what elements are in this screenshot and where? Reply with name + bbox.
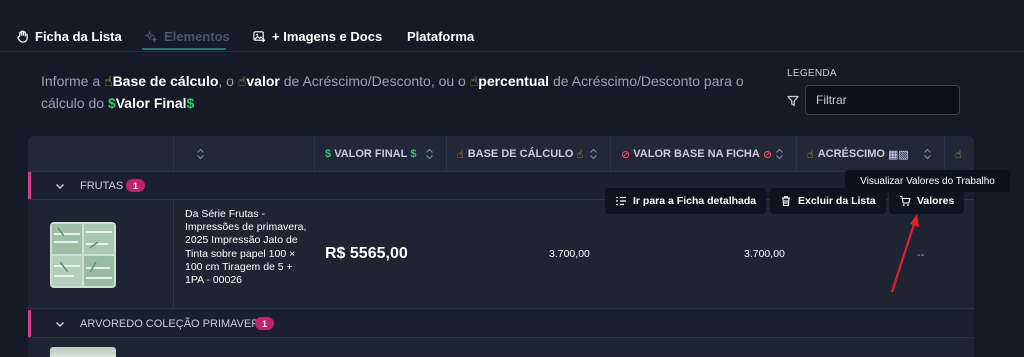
column-label: VALOR FINAL bbox=[334, 148, 408, 160]
valor-base-ficha-value: 3.700,00 bbox=[744, 248, 785, 260]
group-count-badge: 1 bbox=[126, 179, 146, 192]
group-row-arvoredo[interactable]: ARVOREDO COLEÇÃO PRIMAVERA 1 bbox=[28, 310, 974, 338]
tab-elementos[interactable]: Elementos bbox=[145, 26, 230, 46]
cart-icon bbox=[900, 195, 911, 206]
valor-final-value: R$ 5565,00 bbox=[325, 245, 408, 262]
column-header-acrescimo[interactable]: ☝ ACRÉSCIMO ▦▧ bbox=[796, 136, 944, 172]
sort-icon[interactable] bbox=[775, 148, 784, 160]
tab-ficha-da-lista[interactable]: Ficha da Lista bbox=[16, 26, 122, 46]
dollar-icon: $ bbox=[107, 95, 116, 111]
top-tabs: Ficha da Lista Elementos + Imagens e Doc… bbox=[0, 0, 1024, 52]
chevron-down-icon[interactable] bbox=[55, 181, 65, 191]
column-header-overflow[interactable]: ☝ bbox=[944, 136, 974, 172]
column-label: VALOR BASE NA FICHA bbox=[633, 148, 760, 160]
pointing-hand-icon: ☝ bbox=[576, 148, 584, 161]
hand-icon bbox=[16, 30, 29, 43]
column-divider bbox=[173, 200, 174, 309]
info-valor-final: Valor Final bbox=[115, 95, 187, 111]
artwork-description: Da Série Frutas - Impressões de primaver… bbox=[185, 208, 307, 287]
column-header-valor-final[interactable]: $ VALOR FINAL $ bbox=[314, 136, 446, 172]
tab-label: Ficha da Lista bbox=[35, 28, 122, 44]
group-color-bar bbox=[28, 310, 31, 337]
pointing-hand-icon: ☝ bbox=[104, 73, 113, 89]
info-text: , o bbox=[218, 73, 238, 89]
tooltip: Visualizar Valores do Trabalho bbox=[845, 170, 1010, 192]
list-detail-icon bbox=[616, 196, 626, 206]
filter-icon bbox=[787, 95, 799, 107]
button-label: Ir para a Ficha detalhada bbox=[633, 195, 757, 207]
filter-input[interactable] bbox=[805, 85, 960, 115]
column-label: BASE DE CÁLCULO bbox=[467, 148, 574, 160]
sort-icon[interactable] bbox=[923, 148, 932, 160]
sparkle-icon bbox=[145, 29, 158, 43]
prohibited-icon: ⊘ bbox=[759, 148, 773, 161]
pointing-hand-icon: ☝ bbox=[807, 148, 814, 161]
legend-label: LEGENDA bbox=[787, 68, 837, 79]
sort-icon[interactable] bbox=[425, 148, 434, 160]
dollar-icon: $ bbox=[325, 148, 335, 160]
group-title: FRUTAS bbox=[80, 179, 124, 192]
button-label: Excluir da Lista bbox=[798, 195, 876, 207]
tab-label: Plataforma bbox=[407, 28, 475, 44]
base-calculo-value[interactable]: 3.700,00 bbox=[549, 248, 590, 260]
info-percentual: percentual bbox=[478, 73, 550, 89]
annotation-arrow bbox=[890, 214, 919, 293]
sort-icon[interactable] bbox=[589, 148, 598, 160]
dollar-icon: $ bbox=[407, 148, 417, 160]
pointing-hand-icon: ☝ bbox=[457, 148, 464, 161]
group-title: ARVOREDO COLEÇÃO PRIMAVERA bbox=[80, 317, 267, 330]
artwork-thumbnail[interactable] bbox=[50, 222, 116, 288]
column-label: ACRÉSCIMO bbox=[817, 148, 885, 160]
active-tab-indicator bbox=[142, 48, 226, 50]
info-valor: valor bbox=[246, 73, 280, 89]
prohibited-icon: ⊘ bbox=[621, 148, 634, 161]
chart-icon: ▦▧ bbox=[887, 148, 909, 161]
chevron-down-icon[interactable] bbox=[55, 319, 65, 329]
pointing-hand-icon: ☝ bbox=[955, 148, 962, 161]
instructions-text: Informe a ☝Base de cálculo, o ☝valor de … bbox=[41, 70, 771, 114]
group-color-bar bbox=[28, 172, 31, 199]
button-label: Valores bbox=[917, 195, 955, 207]
column-header-base-calculo[interactable]: ☝ BASE DE CÁLCULO ☝ bbox=[446, 136, 610, 172]
info-text: Informe a bbox=[41, 73, 105, 89]
column-header-valor-base-ficha[interactable]: ⊘ VALOR BASE NA FICHA ⊘ bbox=[610, 136, 796, 172]
image-add-icon bbox=[253, 30, 266, 43]
table-row[interactable]: Da Série Frutas - Impressões de primaver… bbox=[28, 200, 974, 309]
group-count-badge: 1 bbox=[255, 317, 275, 330]
pointing-hand-icon: ☝ bbox=[469, 73, 479, 89]
elements-table: $ VALOR FINAL $ ☝ BASE DE CÁLCULO ☝ ⊘ VALO… bbox=[28, 136, 974, 357]
go-to-ficha-button[interactable]: Ir para a Ficha detalhada bbox=[605, 188, 767, 214]
column-header-blank[interactable] bbox=[173, 136, 314, 172]
dollar-icon: $ bbox=[186, 95, 195, 111]
trash-icon bbox=[782, 196, 790, 207]
artwork-thumbnail[interactable] bbox=[50, 347, 116, 357]
sort-icon[interactable] bbox=[196, 148, 205, 160]
tab-label: Elementos bbox=[164, 28, 230, 44]
info-base-calculo: Base de cálculo bbox=[112, 73, 219, 89]
tab-plataforma[interactable]: Plataforma bbox=[407, 26, 474, 46]
tab-label: + Imagens e Docs bbox=[272, 28, 383, 44]
info-text: de Acréscimo/Desconto, ou o bbox=[279, 73, 470, 89]
tab-imagens-e-docs[interactable]: + Imagens e Docs bbox=[253, 26, 382, 46]
table-header: $ VALOR FINAL $ ☝ BASE DE CÁLCULO ☝ ⊘ VALO… bbox=[28, 136, 974, 172]
